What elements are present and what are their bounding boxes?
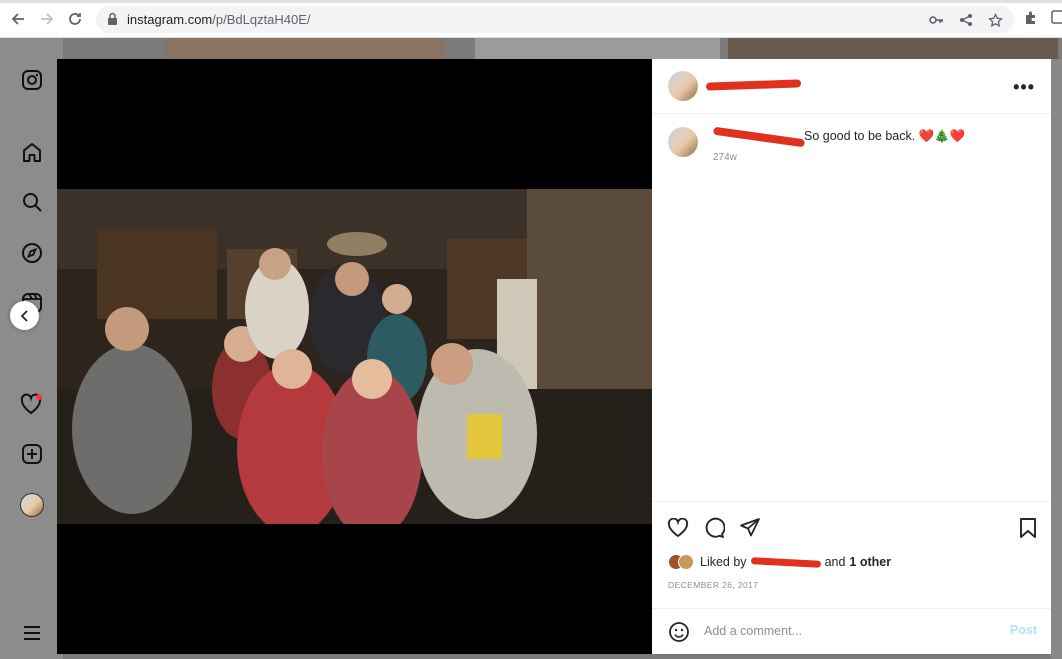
reload-icon <box>69 13 81 25</box>
search-icon[interactable] <box>20 190 44 214</box>
share-page-icon[interactable] <box>958 12 974 28</box>
feed-thumbnail <box>728 38 1058 59</box>
save-icon[interactable] <box>1016 516 1040 540</box>
back-arrow-icon <box>11 13 24 25</box>
home-icon[interactable] <box>20 140 44 164</box>
sidebar-nav <box>0 38 64 659</box>
address-bar[interactable]: instagram.com/p/BdLqztaH40E/ <box>96 6 1014 33</box>
chevron-left-icon <box>20 309 28 322</box>
forward-arrow-icon <box>41 13 54 25</box>
caption-text: So good to be back. ❤️🎄❤️ <box>804 129 966 143</box>
post-photo <box>57 189 652 524</box>
likes-and: and <box>824 555 846 569</box>
tab-strip <box>0 0 1062 3</box>
feed-thumbnail <box>1051 59 1062 659</box>
key-icon[interactable] <box>928 12 944 28</box>
explore-icon[interactable] <box>20 241 44 265</box>
feed-thumbnail <box>475 38 720 59</box>
browser-toolbar: instagram.com/p/BdLqztaH40E/ <box>0 0 1062 38</box>
post-header: ••• <box>652 59 1051 114</box>
post-media[interactable] <box>57 59 652 654</box>
post-details-panel: ••• So good to be back. ❤️🎄❤️ 274w Liked… <box>652 59 1051 654</box>
profile-avatar[interactable] <box>20 493 44 517</box>
create-icon[interactable] <box>20 442 44 466</box>
side-panel-icon[interactable] <box>1051 10 1062 29</box>
likes-prefix: Liked by <box>700 555 747 569</box>
caption-timestamp[interactable]: 274w <box>713 152 737 163</box>
lock-icon <box>107 12 118 31</box>
caption-avatar[interactable] <box>668 127 698 157</box>
url-text: instagram.com/p/BdLqztaH40E/ <box>127 12 311 27</box>
likes-summary[interactable]: Liked by and 1 other <box>668 554 891 570</box>
author-avatar[interactable] <box>668 71 698 101</box>
likes-others-link[interactable]: 1 other <box>849 555 891 569</box>
reload-button[interactable] <box>65 9 85 29</box>
comment-input[interactable] <box>704 619 994 643</box>
author-username-redacted[interactable] <box>705 79 802 91</box>
share-icon[interactable] <box>738 516 762 540</box>
post-actions: Liked by and 1 other DECEMBER 26, 2017 <box>652 501 1051 608</box>
emoji-icon[interactable] <box>668 621 690 648</box>
like-icon[interactable] <box>666 516 690 540</box>
previous-post-button[interactable] <box>10 301 39 330</box>
back-button[interactable] <box>8 9 28 29</box>
notifications-icon[interactable] <box>20 392 44 416</box>
feed-thumbnail <box>165 38 445 59</box>
liker-avatar <box>678 554 694 570</box>
instagram-logo-icon[interactable] <box>20 68 44 92</box>
more-options-icon[interactable]: ••• <box>1013 77 1035 98</box>
liker-username-redacted[interactable] <box>750 556 821 568</box>
post-date[interactable]: DECEMBER 26, 2017 <box>668 580 758 590</box>
comment-box: Post <box>652 608 1051 654</box>
extensions-icon[interactable] <box>1024 10 1039 30</box>
caption-username-redacted[interactable] <box>712 126 806 148</box>
bookmark-star-icon[interactable] <box>987 12 1003 28</box>
forward-button[interactable] <box>37 9 57 29</box>
menu-icon[interactable] <box>20 621 44 645</box>
comment-icon[interactable] <box>702 516 726 540</box>
post-comment-button[interactable]: Post <box>1010 623 1037 637</box>
